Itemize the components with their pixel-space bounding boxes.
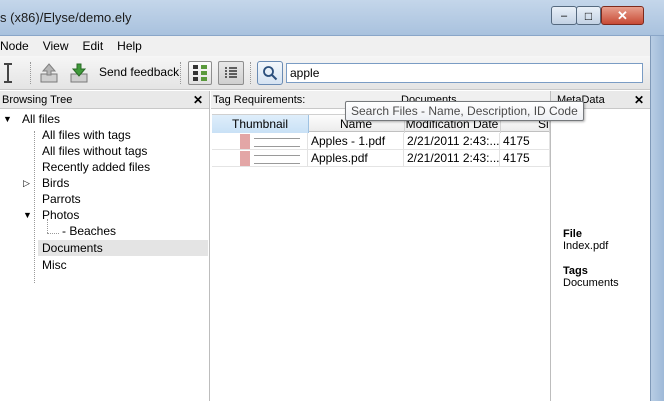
menu-help[interactable]: Help (117, 39, 150, 53)
file-name-cell: Apples - 1.pdf (308, 133, 404, 150)
column-thumbnail[interactable]: Thumbnail (212, 115, 309, 133)
download-icon[interactable] (68, 61, 90, 85)
toolbar-separator (250, 62, 252, 84)
menu-edit[interactable]: Edit (82, 39, 111, 53)
table-row[interactable]: Apples - 1.pdf 2/21/2011 2:43:... 4175 (212, 133, 550, 150)
expand-toggle-icon[interactable]: ▼ (3, 111, 12, 127)
tree-item-all-files-with-tags[interactable]: All files with tags (42, 127, 131, 143)
close-button[interactable]: ✕ (601, 6, 644, 25)
close-panel-icon[interactable]: ✕ (193, 93, 203, 107)
file-name-cell: Apples.pdf (308, 150, 404, 167)
tree-guide-line (47, 233, 59, 234)
tree-item-all-files-without-tags[interactable]: All files without tags (42, 143, 147, 159)
browsing-tree-header: Browsing Tree ✕ (0, 91, 209, 109)
metadata-tags-value: Documents (563, 277, 619, 289)
file-size-cell: 4175 (500, 150, 550, 167)
tree-item-birds[interactable]: ▷ Birds (0, 175, 205, 191)
tree-item-recently-added[interactable]: Recently added files (42, 159, 150, 175)
tree-item-photos[interactable]: ▼ Photos (0, 207, 205, 223)
minimize-icon: – (560, 9, 568, 22)
thumbnail-lines (254, 138, 300, 147)
metadata-tags-label: Tags (563, 265, 588, 277)
list-view-icon[interactable] (188, 61, 212, 85)
tree-item-documents[interactable]: Documents (38, 240, 208, 256)
pdf-thumbnail-icon (240, 134, 250, 149)
table-row[interactable]: Apples.pdf 2/21/2011 2:43:... 4175 (212, 150, 550, 167)
tree-item-label: All files (22, 112, 61, 126)
menu-view[interactable]: View (43, 39, 77, 53)
tree-item-misc[interactable]: Misc (42, 257, 67, 273)
thumbnail-lines (254, 155, 300, 164)
close-panel-icon[interactable]: ✕ (634, 93, 644, 107)
metadata-file-value: Index.pdf (563, 240, 609, 252)
close-icon: ✕ (617, 7, 628, 23)
search-tooltip: Search Files - Name, Description, ID Cod… (345, 101, 584, 121)
tree-item-all-files[interactable]: ▼ All files (0, 111, 205, 127)
tree-item-label: Photos (42, 208, 80, 222)
maximize-icon: □ (584, 8, 593, 23)
browsing-tree-panel: Browsing Tree ✕ ▼ All files All files wi… (0, 91, 210, 401)
send-feedback-button[interactable]: Send feedback (99, 65, 179, 79)
metadata-panel: MetaData ✕ File Index.pdf Tags Documents (550, 91, 650, 401)
metadata-file-label: File (563, 228, 582, 240)
thumbnail-cell (212, 133, 308, 150)
search-button[interactable] (257, 61, 283, 85)
tree-item-parrots[interactable]: Parrots (42, 191, 81, 207)
minimize-button[interactable]: – (551, 6, 577, 25)
search-input[interactable] (286, 63, 643, 83)
text-cursor-icon[interactable] (0, 61, 16, 85)
search-icon (263, 66, 278, 81)
tree-item-label: Birds (42, 176, 70, 190)
tag-requirements-label: Tag Requirements: (213, 93, 306, 106)
upload-icon[interactable] (38, 61, 60, 85)
window-frame-right (650, 36, 664, 401)
window-title: s (x86)/Elyse/demo.ely (0, 10, 132, 25)
menu-bar: Node View Edit Help (0, 36, 650, 56)
details-view-icon[interactable] (218, 61, 244, 85)
thumbnail-cell (212, 150, 308, 167)
file-date-cell: 2/21/2011 2:43:... (404, 133, 500, 150)
browsing-tree-title: Browsing Tree (2, 93, 73, 106)
file-size-cell: 4175 (500, 133, 550, 150)
menu-node[interactable]: Node (0, 39, 37, 53)
pdf-thumbnail-icon (240, 151, 250, 166)
tree-item-beaches[interactable]: - Beaches (62, 223, 116, 239)
toolbar-separator (30, 62, 32, 84)
collapse-toggle-icon[interactable]: ▼ (23, 207, 32, 223)
file-date-cell: 2/21/2011 2:43:... (404, 150, 500, 167)
expand-toggle-icon[interactable]: ▷ (23, 175, 30, 191)
maximize-button[interactable]: □ (576, 6, 601, 25)
toolbar-separator (180, 62, 182, 84)
